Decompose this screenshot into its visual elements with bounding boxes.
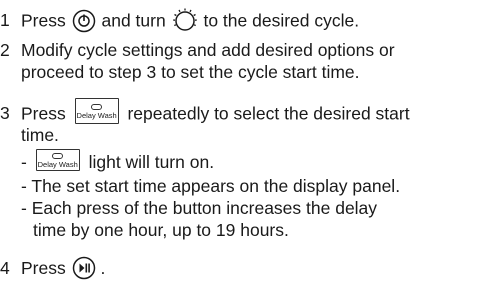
step-4: 4 Press . bbox=[0, 257, 490, 283]
step-number: 2 bbox=[0, 40, 10, 60]
step-1: 1 Press and turn to the desired cycle. bbox=[0, 8, 490, 35]
step-2: 2 Modify cycle settings and add desired … bbox=[0, 39, 490, 83]
note-display-panel: - The set start time appears on the disp… bbox=[21, 176, 401, 196]
note-delay-increment: - Each press of the button increases the… bbox=[21, 198, 378, 240]
step-text: Press and turn to the desired cycle. bbox=[21, 8, 359, 35]
step-text: Press . bbox=[21, 257, 105, 281]
start-pause-icon bbox=[72, 257, 96, 281]
delay-wash-button-icon: Delay Wash bbox=[74, 98, 119, 124]
step-3: 3 Press Delay Wash repeatedly to select … bbox=[0, 98, 490, 246]
instruction-steps: 1 Press and turn to the desired cycle. 2… bbox=[0, 0, 490, 289]
step-number: 3 bbox=[0, 103, 10, 123]
step-number: 4 bbox=[0, 258, 10, 278]
power-icon bbox=[72, 9, 96, 34]
cycle-selector-dial-icon bbox=[172, 8, 198, 35]
note-delay-light: - Delay Wash light will turn on. bbox=[21, 149, 214, 174]
step-text: Press Delay Wash repeatedly to select th… bbox=[21, 98, 410, 146]
step-number: 1 bbox=[0, 10, 10, 30]
delay-wash-button-icon: Delay Wash bbox=[35, 149, 80, 172]
step-text: Modify cycle settings and add desired op… bbox=[21, 40, 395, 82]
